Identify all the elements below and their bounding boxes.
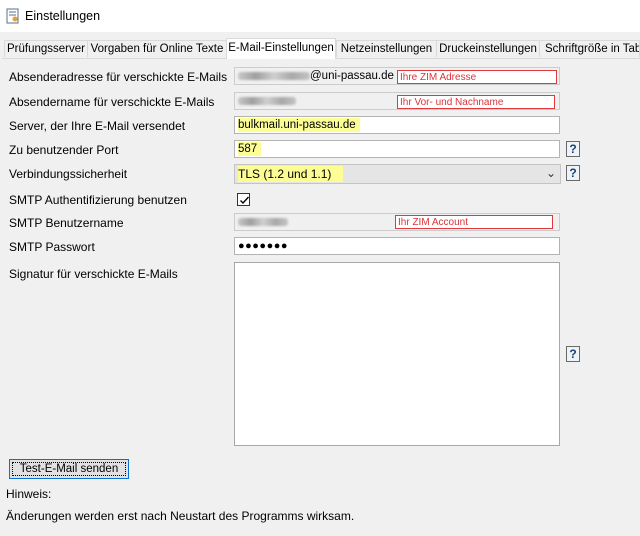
security-select[interactable]: TLS (1.2 und 1.1) ⌄ xyxy=(234,164,561,184)
signature-help-icon[interactable]: ? xyxy=(566,346,580,362)
security-value: TLS (1.2 und 1.1) xyxy=(238,166,344,182)
smtp-user-label: SMTP Benutzername xyxy=(9,216,124,230)
tab-email-einstellungen[interactable]: E-Mail-Einstellungen xyxy=(226,38,336,59)
tab-netzeinstellungen[interactable]: Netzeinstellungen xyxy=(336,40,437,57)
security-help-icon[interactable]: ? xyxy=(566,165,580,181)
sender-address-domain: @uni-passau.de xyxy=(310,70,394,82)
note-text: Änderungen werden erst nach Neustart des… xyxy=(6,509,355,523)
window-title: Einstellungen xyxy=(25,9,101,23)
redacted-value xyxy=(238,217,288,226)
sender-address-hint: Ihre ZIM Adresse xyxy=(397,70,557,84)
title-bar: Einstellungen xyxy=(0,0,640,32)
port-field[interactable]: 587 xyxy=(234,140,560,158)
smtp-auth-label: SMTP Authentifizierung benutzen xyxy=(9,193,187,207)
chevron-down-icon: ⌄ xyxy=(545,166,556,180)
port-value: 587 xyxy=(238,142,262,156)
smtp-password-field[interactable]: ●●●●●●● xyxy=(234,237,560,255)
smtp-password-label: SMTP Passwort xyxy=(9,240,95,254)
smtp-user-hint: Ihr ZIM Account xyxy=(395,215,553,229)
sender-name-hint: Ihr Vor- und Nachname xyxy=(397,95,555,109)
tab-schriftgroesse[interactable]: Schriftgröße in Tab xyxy=(539,40,640,57)
redacted-value xyxy=(238,96,296,105)
port-label: Zu benutzender Port xyxy=(9,143,119,157)
port-help-icon[interactable]: ? xyxy=(566,141,580,157)
smtp-auth-checkbox[interactable] xyxy=(237,193,250,206)
focus-rectangle xyxy=(12,462,126,476)
tab-vorgaben-online-texte[interactable]: Vorgaben für Online Texte xyxy=(87,40,227,57)
server-field[interactable]: bulkmail.uni-passau.de xyxy=(234,116,560,134)
sender-name-label: Absendername für verschickte E-Mails xyxy=(9,95,215,109)
settings-window-icon xyxy=(6,8,19,24)
signature-textarea[interactable] xyxy=(234,262,560,446)
sender-address-label: Absenderadresse für verschickte E-Mails xyxy=(9,70,228,84)
tab-pruefungsserver[interactable]: Prüfungsserver xyxy=(4,40,88,57)
security-label: Verbindungssicherheit xyxy=(9,167,128,181)
checkmark-icon xyxy=(240,196,250,205)
test-email-button[interactable]: Test-E-Mail senden xyxy=(9,459,129,479)
note-heading: Hinweis: xyxy=(6,487,52,501)
server-value: bulkmail.uni-passau.de xyxy=(238,118,360,132)
tab-druckeinstellungen[interactable]: Druckeinstellungen xyxy=(436,40,540,57)
tab-bar: Prüfungsserver Vorgaben für Online Texte… xyxy=(0,38,640,59)
redacted-value xyxy=(238,71,310,80)
server-label: Server, der Ihre E-Mail versendet xyxy=(9,119,186,133)
signature-label: Signatur für verschickte E-Mails xyxy=(9,267,178,281)
